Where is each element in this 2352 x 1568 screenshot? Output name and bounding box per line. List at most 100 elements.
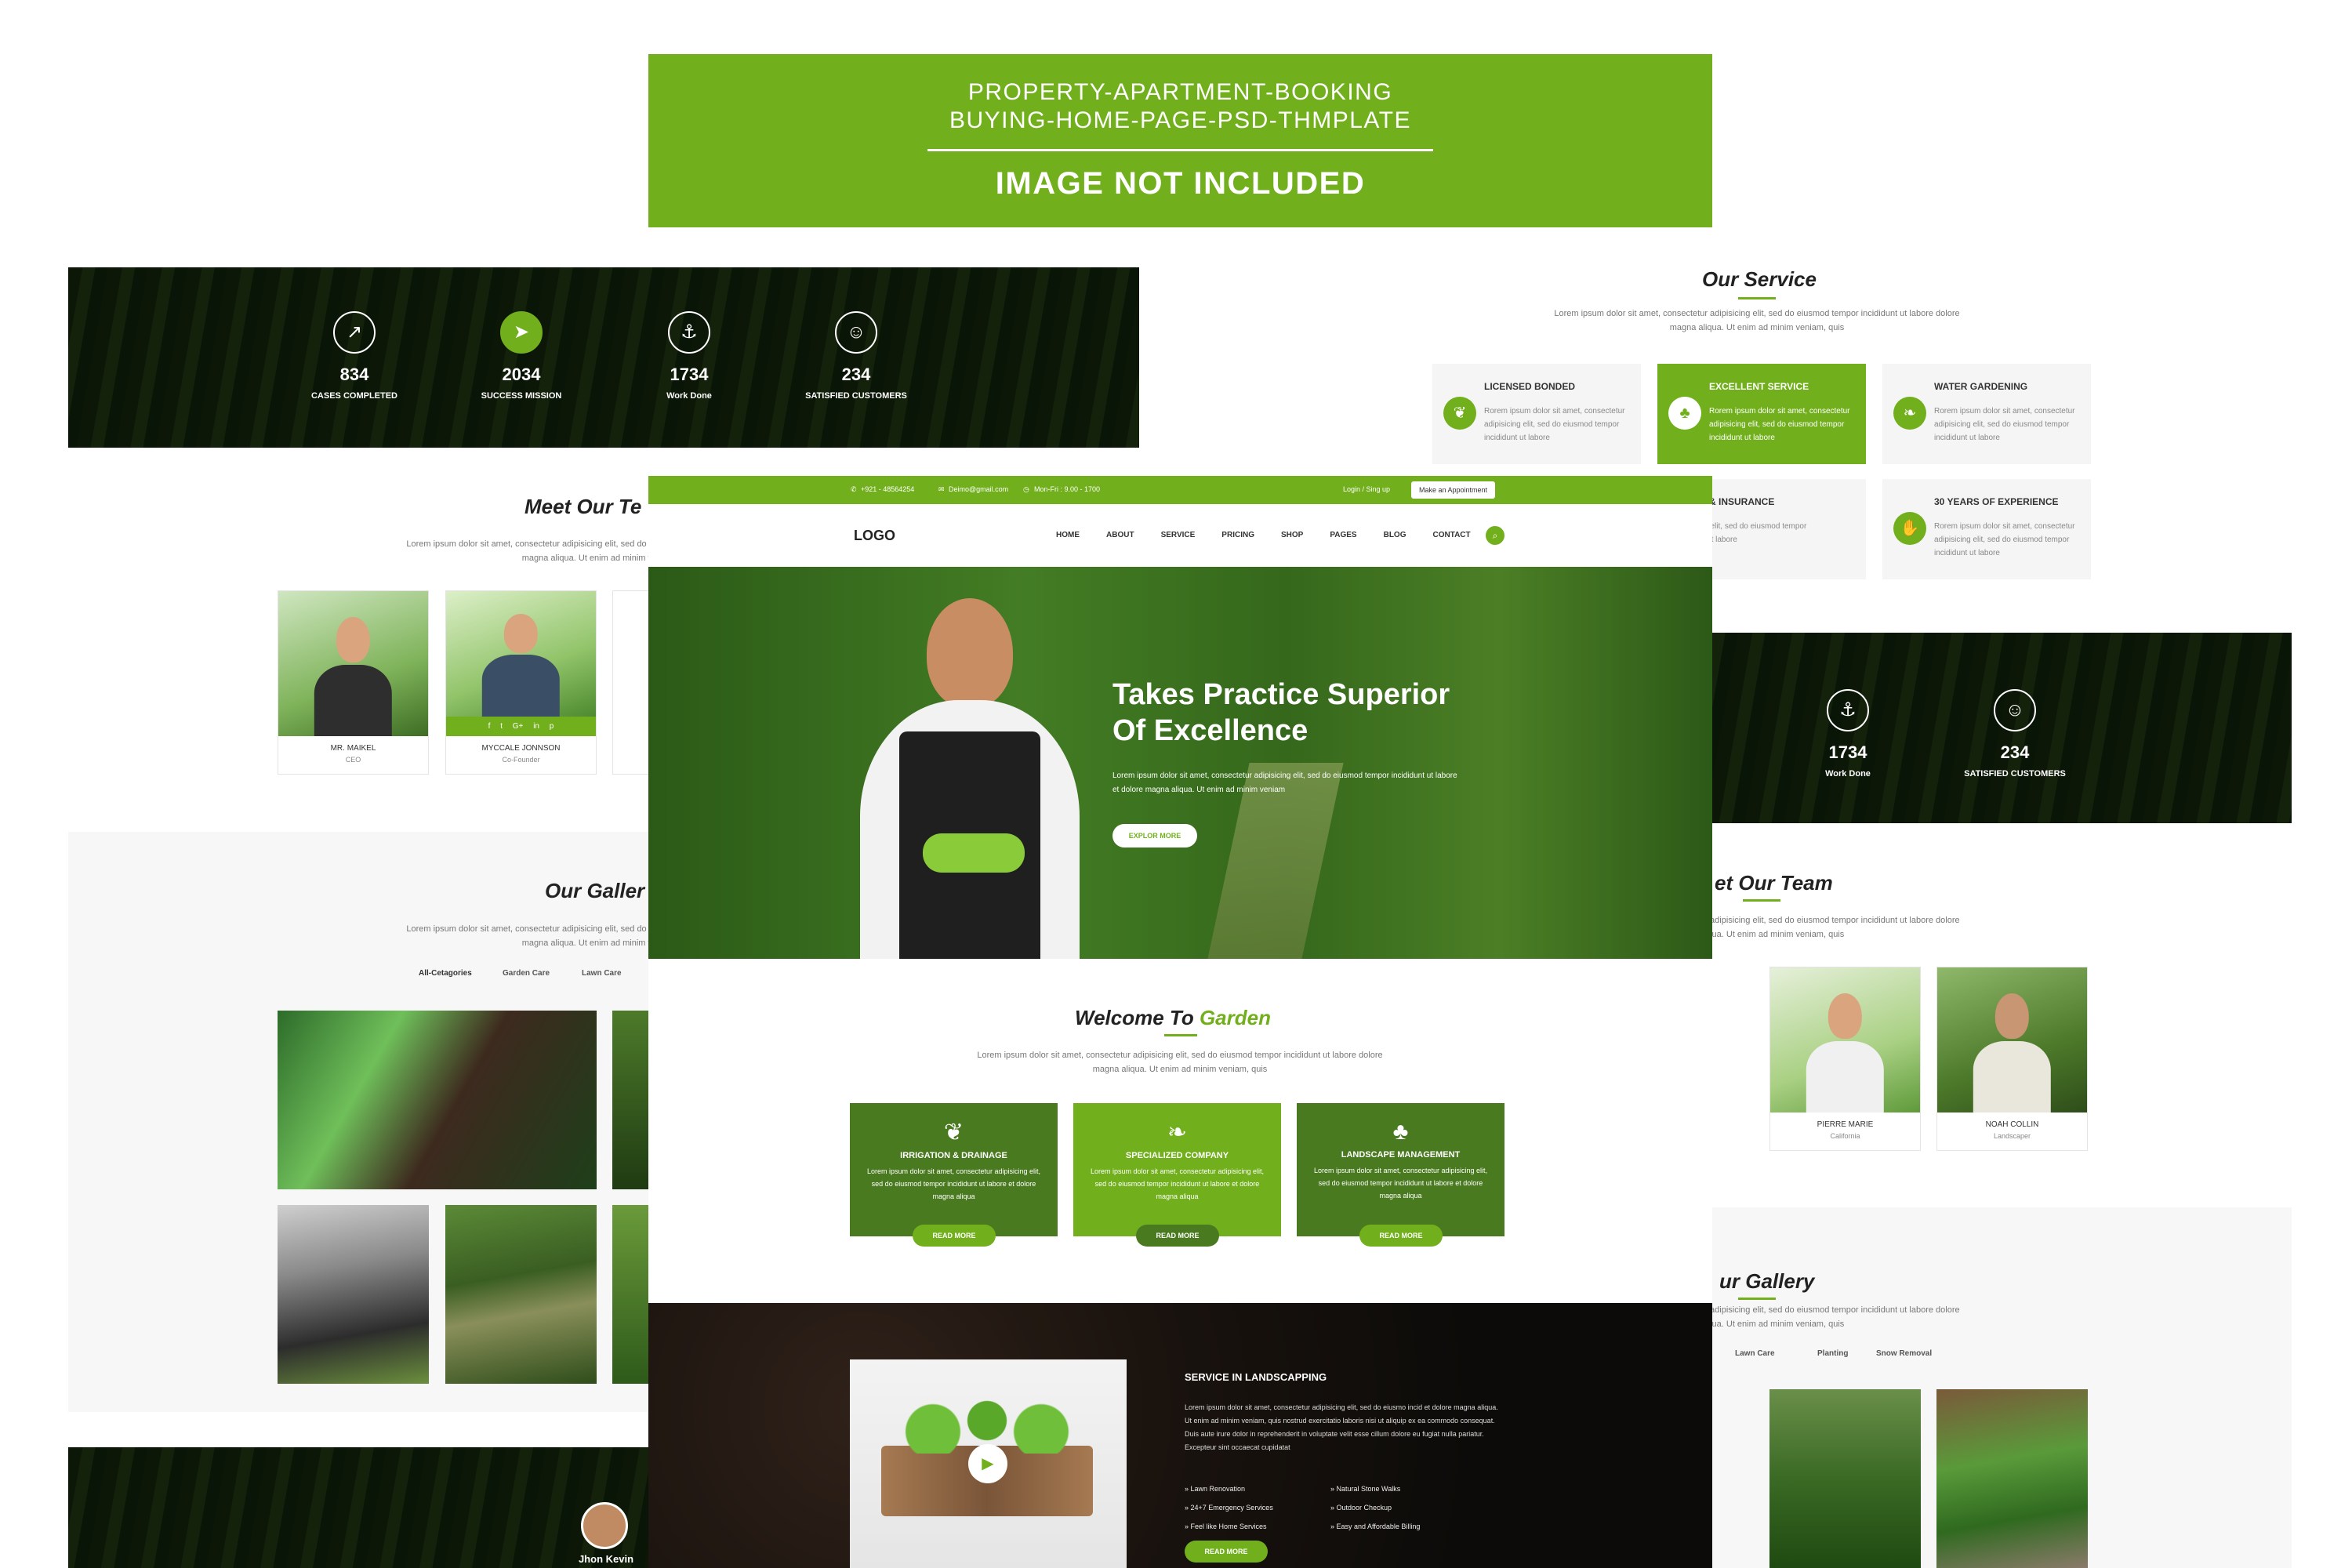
- title-underline: [1738, 297, 1776, 299]
- stat-label: Work Done: [666, 391, 712, 401]
- feature-desc: Lorem ipsum dolor sit amet, consectetur …: [1313, 1167, 1488, 1200]
- gallery-tab[interactable]: Garden Care: [503, 969, 550, 978]
- welcome-title-text: Welcome To: [1075, 1006, 1194, 1029]
- nav-about[interactable]: ABOUT: [1106, 531, 1134, 539]
- testimonial-name: Jhon Kevin: [578, 1553, 634, 1565]
- team-member-name: NOAH COLLIN: [1985, 1120, 2039, 1129]
- anchor-icon: ⚓: [1827, 689, 1869, 731]
- search-icon[interactable]: ⌕: [1486, 526, 1504, 545]
- leaf-icon: ❦: [943, 1120, 964, 1145]
- landscaping-list-left: » Lawn Renovation » 24+7 Emergency Servi…: [1185, 1479, 1326, 1536]
- nav-home[interactable]: HOME: [1056, 531, 1080, 539]
- service-title: Our Service: [1702, 267, 1817, 291]
- login-link[interactable]: Login / Sing up: [1343, 485, 1390, 493]
- read-more-button[interactable]: READ MORE: [1136, 1225, 1219, 1247]
- linkedin-icon[interactable]: in: [533, 722, 539, 731]
- rocket-icon: ➤: [500, 311, 543, 354]
- stat-number: 1734: [670, 365, 709, 384]
- google-plus-icon[interactable]: G+: [513, 722, 524, 731]
- gallery-tab[interactable]: Snow Removal: [1876, 1349, 1932, 1358]
- list-item: » Easy and Affordable Billing: [1330, 1523, 1421, 1530]
- gallery-tab[interactable]: Planting: [1817, 1349, 1848, 1358]
- play-icon[interactable]: ▶: [968, 1444, 1007, 1483]
- team-photo: [278, 591, 428, 736]
- list-item-text: Outdoor Checkup: [1336, 1504, 1392, 1512]
- avatar: [581, 1502, 628, 1549]
- welcome-subtitle: Lorem ipsum dolor sit amet, consectetur …: [977, 1051, 1383, 1074]
- list-item-text: Natural Stone Walks: [1336, 1485, 1401, 1493]
- stat-satisfied-right: ☺ 234 SATISFIED CUSTOMERS: [1944, 689, 2085, 779]
- video-thumbnail[interactable]: ▶: [850, 1359, 1127, 1568]
- team-title-left: Meet Our Te: [524, 495, 642, 518]
- gallery-tab[interactable]: Lawn Care: [1735, 1349, 1775, 1358]
- nav-blog[interactable]: BLOG: [1384, 531, 1406, 539]
- main-nav: LOGO HOME ABOUT SERVICE PRICING SHOP PAG…: [648, 504, 1712, 567]
- pinterest-icon[interactable]: p: [550, 722, 554, 731]
- gallery-title-left: Our Galler: [545, 879, 645, 902]
- landscaping-title: SERVICE IN LANDSCAPPING: [1185, 1371, 1327, 1383]
- nav-pricing[interactable]: PRICING: [1221, 531, 1254, 539]
- service-title-text: EXCELLENT SERVICE: [1709, 381, 1809, 392]
- list-item: » Feel like Home Services: [1185, 1523, 1267, 1530]
- list-item-text: Feel like Home Services: [1190, 1523, 1267, 1530]
- opening-hours: Mon-Fri : 9.00 - 1700: [1034, 485, 1101, 493]
- nav-shop[interactable]: SHOP: [1281, 531, 1303, 539]
- stat-work-done-right: ⚓ 1734 Work Done: [1777, 689, 1918, 779]
- service-card-water[interactable]: ❧ WATER GARDENING Rorem ipsum dolor sit …: [1882, 364, 2091, 464]
- team-member-name: MR. MAIKEL: [330, 744, 376, 753]
- service-card-excellent[interactable]: ♣ EXCELLENT SERVICE Rorem ipsum dolor si…: [1657, 364, 1866, 464]
- email-address[interactable]: Deimo@gmail.com: [949, 485, 1008, 493]
- hero-text: Lorem ipsum dolor sit amet, consectetur …: [1112, 771, 1457, 794]
- gallery-image[interactable]: [278, 1205, 429, 1384]
- main-page: ✆ +921 - 48564254 ✉ Deimo@gmail.com ◷ Mo…: [648, 476, 1712, 1568]
- gallery-image[interactable]: [1769, 1389, 1921, 1568]
- logo[interactable]: LOGO: [854, 528, 895, 544]
- read-more-button[interactable]: READ MORE: [1185, 1541, 1268, 1563]
- appointment-button[interactable]: Make an Appointment: [1411, 481, 1496, 499]
- team-card: NOAH COLLIN Landscaper: [1936, 967, 2088, 1151]
- stat-number: 2034: [502, 365, 541, 384]
- nav-service[interactable]: SERVICE: [1161, 531, 1196, 539]
- gallery-image[interactable]: [278, 1011, 597, 1189]
- feature-card-specialized: ❧ SPECIALIZED COMPANY Lorem ipsum dolor …: [1073, 1103, 1281, 1236]
- team-card: MR. MAIKEL CEO: [278, 590, 429, 775]
- list-item-text: Lawn Renovation: [1190, 1485, 1246, 1493]
- stat-number: 834: [339, 365, 369, 384]
- social-bar: f t G+ in p: [446, 717, 596, 736]
- nav-contact[interactable]: CONTACT: [1432, 531, 1470, 539]
- facebook-icon[interactable]: f: [488, 722, 491, 731]
- team-title-right: et Our Team: [1715, 871, 1833, 895]
- chart-icon: ↗: [333, 311, 376, 354]
- tree-icon: ♣: [1668, 397, 1701, 430]
- list-item: » Outdoor Checkup: [1330, 1504, 1392, 1512]
- team-member-name: MYCCALE JONNSON: [481, 744, 561, 753]
- gallery-tab[interactable]: All-Cetagories: [419, 969, 472, 978]
- list-item: » Lawn Renovation: [1185, 1485, 1246, 1493]
- stat-label: CASES COMPLETED: [310, 391, 397, 401]
- list-item: » 24+7 Emergency Services: [1185, 1504, 1273, 1512]
- stat-work-done: ⚓ 1734 Work Done: [619, 311, 760, 401]
- team-member-role: CEO: [345, 756, 361, 764]
- hero-person: [852, 598, 1087, 959]
- service-desc: Rorem ipsum dolor sit amet, consectetur …: [1484, 407, 1625, 442]
- gallery-image[interactable]: [445, 1205, 597, 1384]
- tree-icon: ♣: [1392, 1119, 1409, 1145]
- gallery-tab[interactable]: Lawn Care: [582, 969, 622, 978]
- banner-line-2: BUYING-HOME-PAGE-PSD-THMPLATE: [949, 107, 1412, 133]
- stat-label: SUCCESS MISSION: [481, 391, 562, 401]
- read-more-button[interactable]: READ MORE: [913, 1225, 996, 1247]
- service-card-licensed[interactable]: ❦ LICENSED BONDED Rorem ipsum dolor sit …: [1432, 364, 1641, 464]
- landscaping-list-right: » Natural Stone Walks » Outdoor Checkup …: [1330, 1479, 1487, 1536]
- read-more-button[interactable]: READ MORE: [1359, 1225, 1443, 1247]
- banner-line-3: IMAGE NOT INCLUDED: [995, 166, 1366, 201]
- nav-pages[interactable]: PAGES: [1330, 531, 1356, 539]
- team-photo: [446, 591, 596, 717]
- gallery-image[interactable]: [1936, 1389, 2088, 1568]
- twitter-icon[interactable]: t: [500, 722, 503, 731]
- banner-divider: [927, 149, 1433, 151]
- explore-more-button[interactable]: EXPLOR MORE: [1112, 824, 1197, 848]
- service-card-experience[interactable]: ✋ 30 YEARS OF EXPERIENCE Rorem ipsum dol…: [1882, 479, 2091, 579]
- stat-label: Work Done: [1825, 769, 1871, 779]
- feature-title: SPECIALIZED COMPANY: [1125, 1151, 1229, 1160]
- list-item-text: Easy and Affordable Billing: [1336, 1523, 1421, 1530]
